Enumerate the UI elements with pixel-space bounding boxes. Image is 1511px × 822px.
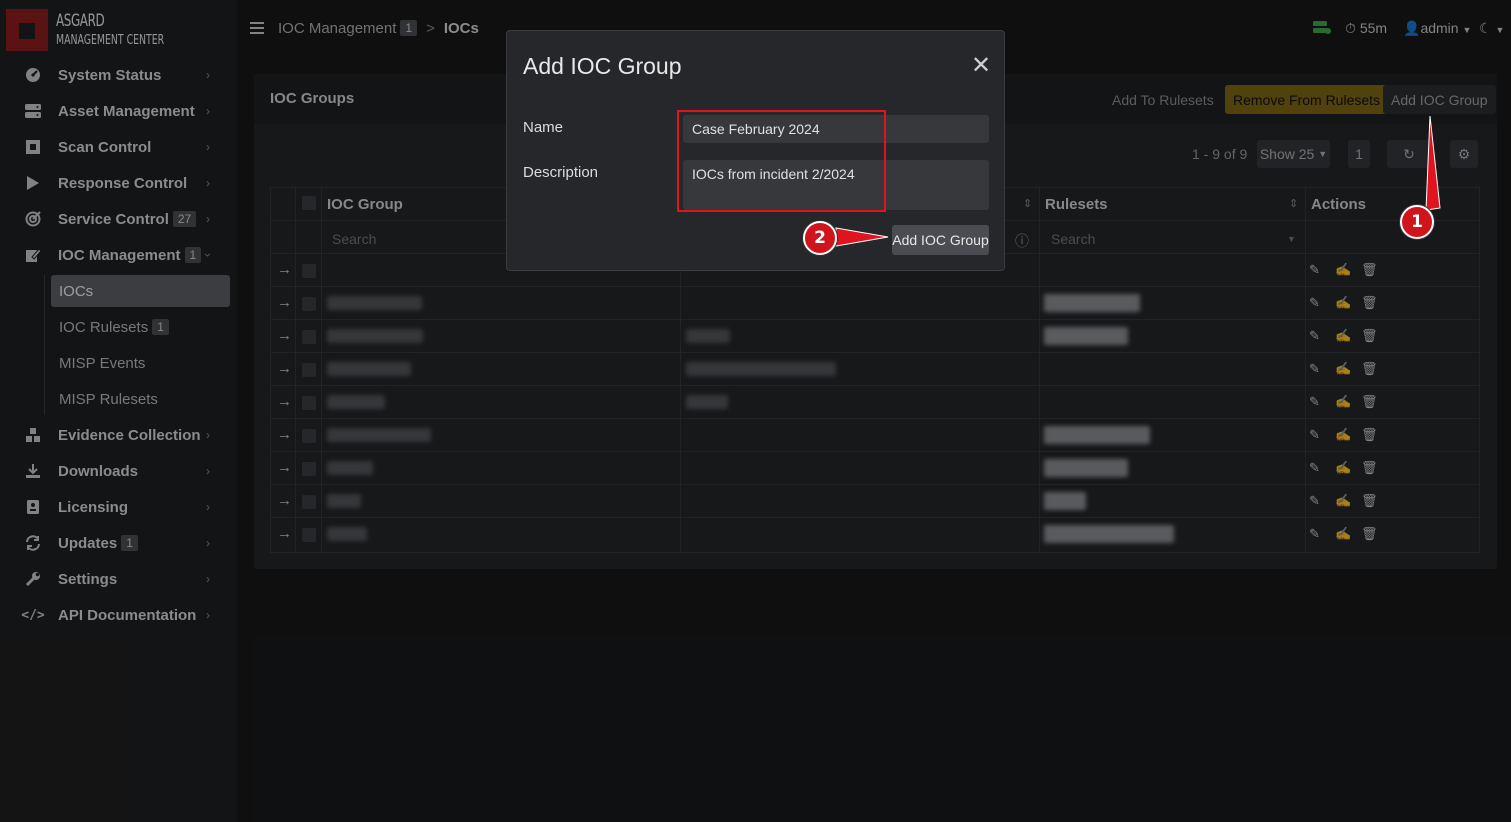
close-icon[interactable]: ✕ [971, 51, 991, 80]
modal-title: Add IOC Group [523, 53, 682, 79]
input-highlight-box [677, 110, 886, 212]
description-label: Description [523, 164, 599, 181]
add-ioc-group-submit-button[interactable]: Add IOC Group [892, 225, 989, 255]
callout-2: 2 [803, 221, 837, 255]
name-label: Name [523, 119, 564, 136]
callout-1: 1 [1400, 205, 1434, 239]
